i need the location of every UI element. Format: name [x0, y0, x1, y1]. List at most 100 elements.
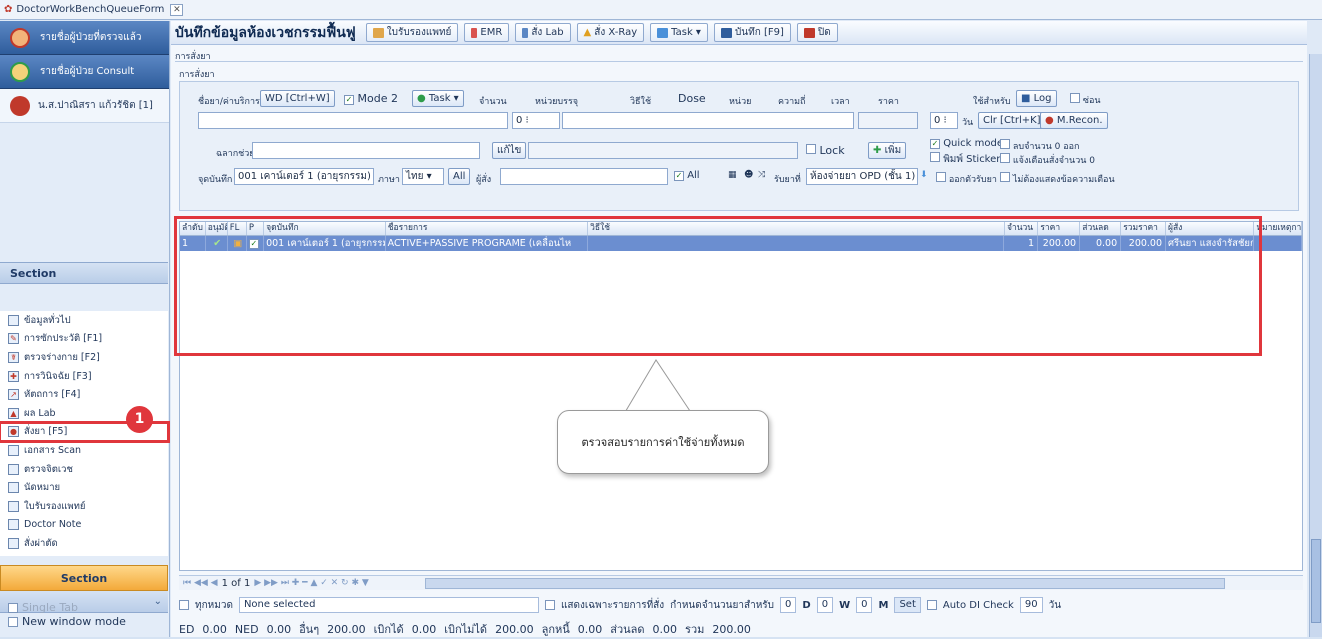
section-item-psych[interactable]: ตรวจจิตเวช: [0, 460, 168, 479]
claimable-label: เบิกได้: [373, 623, 404, 636]
section-item-general[interactable]: ข้อมูลทั่วไป: [0, 311, 168, 330]
section-item-procedure[interactable]: ↗ หัตถการ [F4]: [0, 385, 168, 404]
shuffle-icon[interactable]: ⤨: [758, 170, 765, 180]
add-button[interactable]: ✚ เพิ่ม: [868, 142, 907, 159]
single-tab-checkbox[interactable]: [8, 602, 18, 613]
w-input[interactable]: 0: [816, 597, 834, 613]
sticker-checkbox[interactable]: [930, 152, 940, 162]
edit-button[interactable]: แก้ไข: [492, 142, 527, 159]
section-item-history[interactable]: ✎ การซักประวัติ [F1]: [0, 330, 168, 349]
set-button[interactable]: Set: [894, 597, 921, 613]
next-last-icon[interactable]: ▶ ▶▶ ⏭ ✚ ━ ▲ ✓ ✕ ↻ ✱ ▼: [254, 578, 368, 588]
checked-patients-button[interactable]: รายชื่อผู้ป่วยที่ตรวจแล้ว: [0, 21, 169, 55]
mode2-checkbox[interactable]: ✓: [344, 95, 354, 105]
med-cert-button[interactable]: ใบรับรองแพทย์: [365, 23, 459, 42]
lock-checkbox[interactable]: [806, 144, 816, 154]
wd-button[interactable]: WD [Ctrl+W]: [260, 90, 335, 107]
all-category-checkbox[interactable]: [179, 600, 189, 610]
mrecon-button[interactable]: ● M.Recon.: [1040, 112, 1108, 129]
hide-label: ซ่อน: [1082, 96, 1101, 106]
new-window-option[interactable]: New window mode: [8, 615, 126, 628]
lock-option[interactable]: Lock: [806, 144, 845, 157]
sticker-option[interactable]: พิมพ์ Sticker: [930, 152, 1000, 167]
clear-button[interactable]: Clr [Ctrl+K]: [978, 112, 1046, 129]
task-menu-label: Task ▾: [671, 27, 701, 38]
section-item-med-cert[interactable]: ใบรับรองแพทย์: [0, 497, 168, 516]
all-orderer-option[interactable]: ✓ All: [674, 170, 700, 181]
section-header: Section: [0, 262, 168, 284]
horizontal-scrollbar[interactable]: [424, 577, 1225, 589]
close-tab-icon[interactable]: ✕: [170, 3, 184, 16]
only-ordered-checkbox[interactable]: [544, 600, 555, 610]
grid-navigator: ⏮ ◀◀ ◀ 1 of 1 ▶ ▶▶ ⏭ ✚ ━ ▲ ✓ ✕ ↻ ✱ ▼: [179, 575, 1303, 590]
out-option[interactable]: ออกตัวรับยา: [936, 172, 997, 186]
user-icon[interactable]: ☻: [744, 170, 753, 180]
label-helper-input[interactable]: [252, 142, 480, 159]
no-msg-checkbox[interactable]: [1000, 172, 1010, 182]
consult-patients-button[interactable]: รายชื่อผู้ป่วย Consult: [0, 55, 169, 89]
warn-zero-checkbox[interactable]: [1000, 153, 1010, 163]
close-button[interactable]: ปิด: [796, 23, 838, 42]
single-tab-option[interactable]: Single Tab: [8, 601, 78, 614]
hide-checkbox[interactable]: [1070, 93, 1080, 103]
section-list: ข้อมูลทั่วไป ✎ การซักประวัติ [F1] ☤ ตรวจร่…: [0, 311, 170, 556]
d-input[interactable]: 0: [780, 597, 797, 613]
all-button[interactable]: All: [448, 168, 471, 185]
out-label: ออกตัวรับยา: [948, 175, 997, 185]
save-button[interactable]: บันทึก [F9]: [713, 23, 791, 42]
save-label: บันทึก [F9]: [734, 27, 784, 38]
section-item-diagnosis[interactable]: ✚ การวินิจฉัย [F3]: [0, 367, 168, 386]
days-input[interactable]: 0 ⁝: [930, 112, 958, 129]
log-button[interactable]: ■ Log: [1016, 90, 1057, 107]
emr-button[interactable]: EMR: [464, 23, 510, 42]
auto-di-checkbox[interactable]: [926, 600, 937, 610]
order-lab-button[interactable]: สั่ง Lab: [515, 23, 571, 42]
lock-label: Lock: [819, 144, 845, 157]
m-input[interactable]: 0: [856, 597, 873, 613]
discount-value: 0.00: [652, 622, 678, 636]
section-item-scan[interactable]: เอกสาร Scan: [0, 441, 168, 460]
section-item-doctor-note[interactable]: Doctor Note: [0, 516, 168, 535]
hide-option[interactable]: ซ่อน: [1070, 93, 1101, 107]
section-button[interactable]: Section: [0, 565, 168, 591]
calendar-icon[interactable]: ▦: [728, 170, 737, 180]
pickup-select[interactable]: ห้องจ่ายยา OPD (ชั้น 1): [806, 168, 918, 185]
di-days-input[interactable]: 90: [1019, 597, 1043, 613]
download-icon[interactable]: ⬇: [920, 170, 928, 180]
unit-label: หน่วยบรรจุ: [535, 97, 579, 107]
new-window-checkbox[interactable]: [8, 616, 18, 627]
di-days-value: 90: [1024, 599, 1038, 610]
vertical-scrollbar[interactable]: [1309, 54, 1322, 637]
all-orderer-checkbox[interactable]: ✓: [674, 171, 684, 181]
point-select[interactable]: 001 เคาน์เตอร์ 1 (อายุรกรรม): [234, 168, 374, 185]
syringe-icon: ↗: [8, 389, 19, 401]
orderer-select[interactable]: [500, 168, 668, 185]
remove-zero-checkbox[interactable]: [1000, 139, 1010, 149]
item-input[interactable]: [198, 112, 508, 129]
section-item-surgery[interactable]: สั่งผ่าตัด: [0, 534, 168, 553]
other-label: อื่นๆ: [299, 623, 320, 636]
checked-patients-label: รายชื่อผู้ป่วยที่ตรวจแล้ว: [40, 32, 142, 43]
task-menu-button[interactable]: Task ▾: [650, 23, 708, 42]
callout-text: ตรวจสอบรายการค่าใช้จ่ายทั้งหมด: [581, 436, 745, 449]
current-patient[interactable]: น.ส.ปาณิสรา แก้วรัชิต [1]: [0, 89, 169, 123]
usage-input[interactable]: [562, 112, 854, 129]
mode2-option[interactable]: ✓ Mode 2: [344, 92, 398, 105]
form-task-button[interactable]: ● Task ▾: [412, 90, 464, 107]
first-prev-icon[interactable]: ⏮ ◀◀ ◀: [183, 578, 218, 588]
out-checkbox[interactable]: [936, 172, 946, 182]
scroll-thumb[interactable]: [1311, 539, 1321, 623]
section-item-appointment[interactable]: นัดหมาย: [0, 478, 168, 497]
document-tab[interactable]: ✿ DoctorWorkBenchQueueForm: [4, 4, 164, 15]
remove-zero-option[interactable]: ลบจำนวน 0 ออก: [1000, 139, 1080, 153]
order-xray-button[interactable]: ▲ สั่ง X-Ray: [576, 23, 645, 42]
quick-mode-checkbox[interactable]: ✓: [930, 139, 940, 149]
no-msg-option[interactable]: ไม่ต้องแสดงข้อความเตือน: [1000, 172, 1115, 186]
quick-mode-option[interactable]: ✓ Quick mode: [930, 138, 1003, 149]
category-select[interactable]: None selected: [238, 597, 539, 613]
save-icon: [720, 27, 732, 38]
warn-zero-option[interactable]: แจ้งเตือนสั่งจำนวน 0: [1000, 153, 1095, 167]
section-item-physical-exam[interactable]: ☤ ตรวจร่างกาย [F2]: [0, 348, 168, 367]
lang-select[interactable]: ไทย ▾: [402, 168, 444, 185]
qty-input[interactable]: 0 ⁝: [512, 112, 560, 129]
